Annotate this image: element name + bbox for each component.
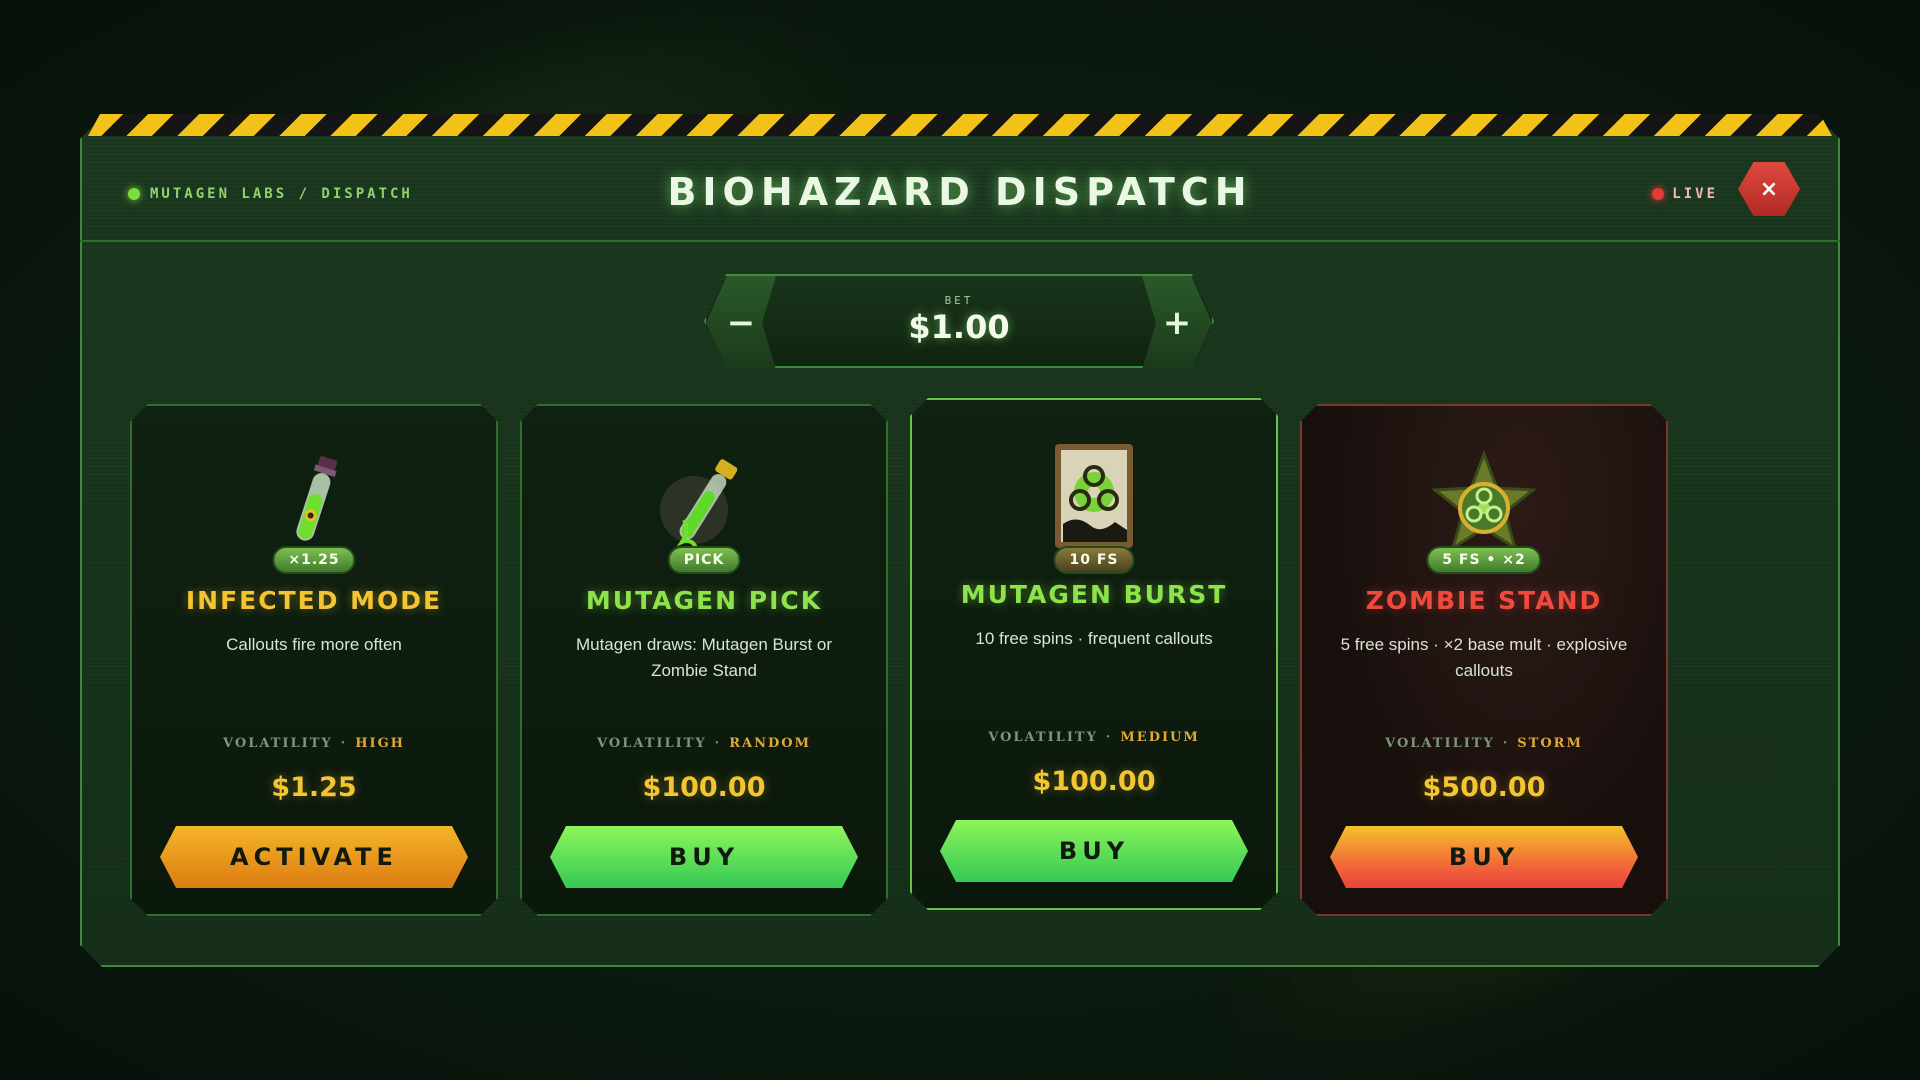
card-description: Callouts fire more often xyxy=(226,635,402,654)
card-title: ZOMBIE STAND xyxy=(1365,586,1603,615)
feature-card-zombie-stand: 5 FS • ×2 ZOMBIE STAND 5 free spins · ×2… xyxy=(1300,404,1668,916)
volatility-value: STORM xyxy=(1517,736,1583,751)
multiplier-badge: ×1.25 xyxy=(272,546,355,574)
volatility-row: VOLATILITY · RANDOM xyxy=(522,736,886,751)
free-spins-badge: 5 FS • ×2 xyxy=(1426,546,1541,574)
card-title: MUTAGEN BURST xyxy=(960,580,1228,609)
live-dot-icon xyxy=(1652,188,1665,200)
plus-icon: + xyxy=(1162,303,1192,343)
volatility-row: VOLATILITY · HIGH xyxy=(132,736,496,751)
card-price: $500.00 xyxy=(1422,772,1546,803)
card-description: Mutagen draws: Mutagen Burst or Zombie S… xyxy=(575,635,833,680)
card-price: $1.25 xyxy=(271,772,357,803)
bet-value: $1.00 xyxy=(908,308,1010,346)
volatility-value: HIGH xyxy=(355,736,405,751)
card-description: 10 free spins · frequent callouts xyxy=(975,629,1213,648)
live-label: LIVE xyxy=(1672,186,1718,202)
modal-header: MUTAGEN LABS / DISPATCH BIOHAZARD DISPAT… xyxy=(80,136,1840,242)
buy-button[interactable]: BUY xyxy=(1330,826,1638,888)
bet-selector: − BET $1.00 + xyxy=(704,274,1214,368)
activate-button[interactable]: ACTIVATE xyxy=(160,826,468,888)
live-indicator: LIVE xyxy=(1652,186,1718,202)
mutagen-syringe-icon xyxy=(522,450,886,560)
feature-card-mutagen-burst: 10 FS MUTAGEN BURST 10 free spins · freq… xyxy=(910,398,1278,910)
volatility-label: VOLATILITY xyxy=(223,736,333,751)
feature-card-mutagen-pick: PICK MUTAGEN PICK Mutagen draws: Mutagen… xyxy=(520,404,888,916)
volatility-value: RANDOM xyxy=(729,736,811,751)
volatility-separator: · xyxy=(1105,730,1113,745)
volatility-separator: · xyxy=(340,736,348,751)
volatility-row: VOLATILITY · MEDIUM xyxy=(912,730,1276,745)
card-title: MUTAGEN PICK xyxy=(585,586,823,615)
volatility-label: VOLATILITY xyxy=(597,736,707,751)
feature-card-infected-mode: ×1.25 INFECTED MODE Callouts fire more o… xyxy=(130,404,498,916)
volatility-separator: · xyxy=(714,736,722,751)
card-price: $100.00 xyxy=(642,772,766,803)
buy-button[interactable]: BUY xyxy=(550,826,858,888)
volatility-value: MEDIUM xyxy=(1120,730,1200,745)
biohazard-poster-icon xyxy=(912,442,1276,552)
volatility-label: VOLATILITY xyxy=(988,730,1098,745)
infected-vial-icon xyxy=(132,450,496,560)
bet-label: BET xyxy=(944,294,974,307)
volatility-label: VOLATILITY xyxy=(1385,736,1495,751)
modal-title: BIOHAZARD DISPATCH xyxy=(667,170,1253,214)
buy-button[interactable]: BUY xyxy=(940,820,1248,882)
volatility-row: VOLATILITY · STORM xyxy=(1302,736,1666,751)
close-icon: × xyxy=(1759,176,1779,202)
biohazard-sheriff-star-icon xyxy=(1302,450,1666,560)
free-spins-badge: 10 FS xyxy=(1053,546,1134,574)
card-title: INFECTED MODE xyxy=(185,586,443,615)
card-description: 5 free spins · ×2 base mult · explosive … xyxy=(1340,635,1628,680)
hazard-stripe xyxy=(88,114,1832,136)
card-price: $100.00 xyxy=(1032,766,1156,797)
pick-badge: PICK xyxy=(668,546,741,574)
volatility-separator: · xyxy=(1502,736,1510,751)
